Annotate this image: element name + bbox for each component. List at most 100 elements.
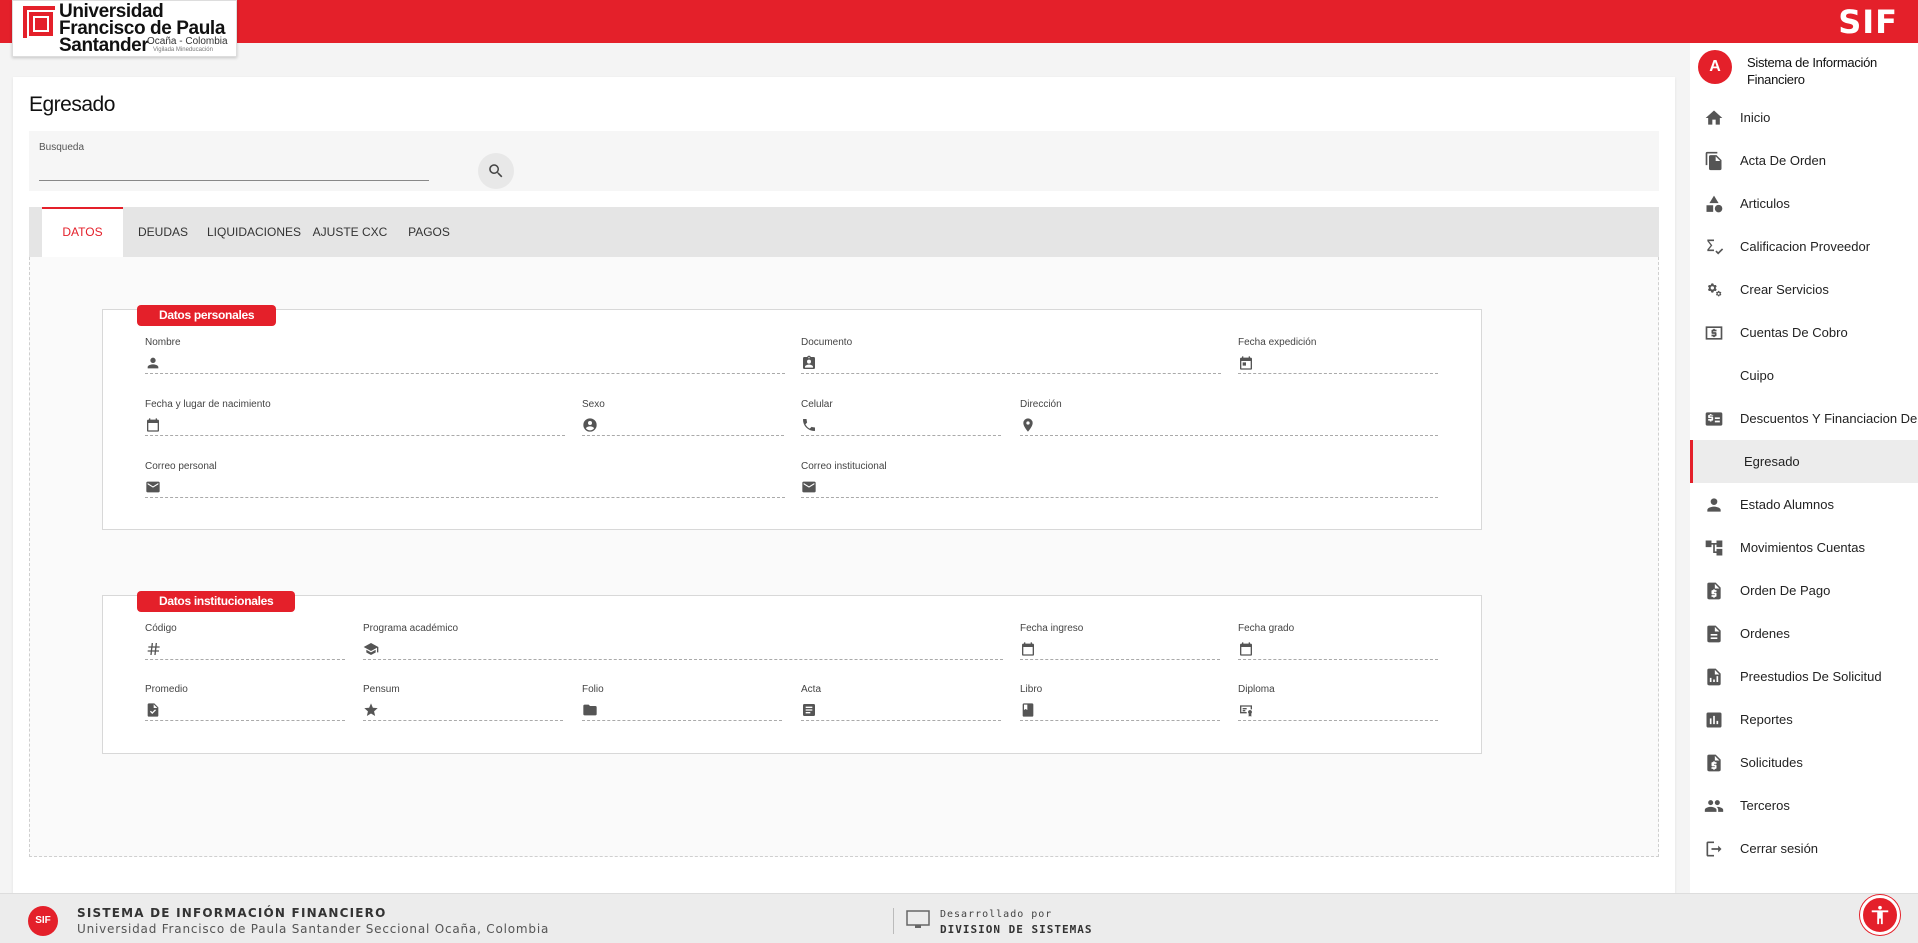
sidebar-menu: A Sistema de Información Financiero Inic… — [1690, 43, 1918, 893]
field-label: Correo institucional — [801, 461, 887, 472]
footer: SIF SISTEMA DE INFORMACIÓN FINANCIERO Un… — [0, 893, 1918, 943]
accessibility-icon — [1871, 905, 1889, 925]
field-correo-institucional[interactable]: Correo institucional — [801, 461, 1438, 501]
logout-icon — [1706, 841, 1722, 857]
sidebar-item-egresado[interactable]: Egresado — [1690, 440, 1918, 483]
field-input[interactable] — [1020, 415, 1438, 436]
field-promedio[interactable]: Promedio — [145, 684, 345, 724]
field-label: Documento — [801, 337, 853, 348]
field-label: Celular — [801, 399, 833, 410]
diploma-icon — [1240, 705, 1252, 717]
field-correo-personal[interactable]: Correo personal — [145, 461, 785, 501]
folder-icon — [583, 704, 597, 716]
field-input[interactable] — [145, 353, 785, 374]
search-button[interactable] — [478, 153, 514, 189]
rating-check-icon — [1707, 239, 1724, 255]
field-input[interactable] — [1020, 700, 1220, 721]
settings-cogs-icon — [1708, 283, 1722, 297]
field-label: Fecha y lugar de nacimiento — [145, 399, 271, 410]
tab-liquidaciones[interactable]: LIQUIDACIONES — [205, 207, 303, 257]
search-icon — [489, 164, 503, 178]
field-label: Correo personal — [145, 461, 217, 472]
sidebar-item-articulos[interactable]: Articulos — [1690, 182, 1918, 225]
field-codigo[interactable]: Código — [145, 623, 345, 663]
field-input[interactable] — [363, 700, 563, 721]
field-fecha-expedicion[interactable]: Fecha expedición — [1238, 337, 1438, 377]
field-fecha-nacimiento[interactable]: Fecha y lugar de nacimiento — [145, 399, 565, 439]
people-icon — [1704, 800, 1724, 812]
avatar[interactable]: A — [1698, 50, 1732, 84]
field-programa-academico[interactable]: Programa académico — [363, 623, 1003, 663]
sidebar-item-inicio[interactable]: Inicio — [1690, 96, 1918, 139]
field-input[interactable] — [801, 477, 1438, 498]
field-label: Folio — [582, 684, 604, 695]
field-diploma[interactable]: Diploma — [1238, 684, 1438, 724]
field-fecha-grado[interactable]: Fecha grado — [1238, 623, 1438, 663]
field-input[interactable] — [1238, 353, 1438, 374]
tab-datos[interactable]: DATOS — [42, 207, 123, 257]
search-input[interactable] — [39, 161, 429, 181]
sidebar-item-reportes[interactable]: Reportes — [1690, 698, 1918, 741]
field-input[interactable] — [801, 700, 1001, 721]
sidebar-item-crear-servicios[interactable]: Crear Servicios — [1690, 268, 1918, 311]
field-label: Código — [145, 623, 177, 634]
university-logo[interactable]: Universidad Francisco de Paula Santander… — [12, 0, 237, 57]
field-input[interactable] — [145, 477, 785, 498]
field-libro[interactable]: Libro — [1020, 684, 1220, 724]
sidebar-item-orden-de-pago[interactable]: Orden De Pago — [1690, 569, 1918, 612]
sidebar-item-solicitudes[interactable]: Solicitudes — [1690, 741, 1918, 784]
tab-panel-datos: Datos personales Nombre Documento Fecha … — [29, 257, 1659, 857]
sidebar-item-label: Calificacion Proveedor — [1740, 239, 1871, 254]
section-title-personales: Datos personales — [137, 305, 277, 326]
sidebar-item-calificacion-proveedor[interactable]: Calificacion Proveedor — [1690, 225, 1918, 268]
sidebar-item-ordenes[interactable]: Ordenes — [1690, 612, 1918, 655]
sidebar-item-movimientos-cuentas[interactable]: Movimientos Cuentas — [1690, 526, 1918, 569]
sidebar-item-estado-alumnos[interactable]: Estado Alumnos — [1690, 483, 1918, 526]
university-tagline: Vigilada Mineducación — [153, 47, 213, 53]
tab-ajuste-cxc[interactable]: AJUSTE CXC — [310, 207, 390, 257]
field-documento[interactable]: Documento — [801, 337, 1221, 377]
field-nombre[interactable]: Nombre — [145, 337, 785, 377]
field-input[interactable] — [801, 415, 1001, 436]
tab-pagos[interactable]: PAGOS — [399, 207, 459, 257]
sidebar-item-label: Cerrar sesión — [1740, 841, 1819, 856]
field-input[interactable] — [1238, 700, 1438, 721]
field-input[interactable] — [145, 415, 565, 436]
field-input[interactable] — [145, 700, 345, 721]
field-label: Programa académico — [363, 623, 459, 634]
field-input[interactable] — [582, 700, 782, 721]
field-input[interactable] — [363, 639, 1003, 660]
sidebar-item-label: Egresado — [1744, 454, 1800, 469]
sidebar-item-descuentos[interactable]: Descuentos Y Financiacion De — [1690, 397, 1918, 440]
sidebar-item-cerrar-sesion[interactable]: Cerrar sesión — [1690, 827, 1918, 870]
field-label: Fecha ingreso — [1020, 623, 1084, 634]
sidebar-item-terceros[interactable]: Terceros — [1690, 784, 1918, 827]
account-circle-icon — [583, 418, 597, 432]
tab-deudas[interactable]: DEUDAS — [128, 207, 198, 257]
field-input[interactable] — [801, 353, 1221, 374]
sidebar-item-acta-de-orden[interactable]: Acta De Orden — [1690, 139, 1918, 182]
money-icon — [1705, 326, 1723, 340]
person-icon — [147, 357, 159, 369]
field-folio[interactable]: Folio — [582, 684, 782, 724]
field-input[interactable] — [1238, 639, 1438, 660]
field-acta[interactable]: Acta — [801, 684, 1001, 724]
field-input[interactable] — [582, 415, 784, 436]
dollar-document-icon — [1707, 582, 1721, 600]
price-list-icon — [1705, 412, 1723, 426]
sidebar-item-label: Ordenes — [1740, 626, 1790, 641]
field-input[interactable] — [145, 639, 345, 660]
accessibility-button[interactable] — [1860, 895, 1900, 935]
graduation-cap-icon — [363, 643, 379, 655]
field-sexo[interactable]: Sexo — [582, 399, 784, 439]
chart-document-icon — [1707, 668, 1721, 686]
field-input[interactable] — [1020, 639, 1220, 660]
sidebar-item-cuipo[interactable]: Cuipo — [1690, 354, 1918, 397]
field-direccion[interactable]: Dirección — [1020, 399, 1438, 439]
sidebar-item-preestudios[interactable]: Preestudios De Solicitud — [1690, 655, 1918, 698]
field-pensum[interactable]: Pensum — [363, 684, 563, 724]
location-pin-icon — [1023, 418, 1033, 432]
field-celular[interactable]: Celular — [801, 399, 1001, 439]
sidebar-item-cuentas-de-cobro[interactable]: Cuentas De Cobro — [1690, 311, 1918, 354]
field-fecha-ingreso[interactable]: Fecha ingreso — [1020, 623, 1220, 663]
